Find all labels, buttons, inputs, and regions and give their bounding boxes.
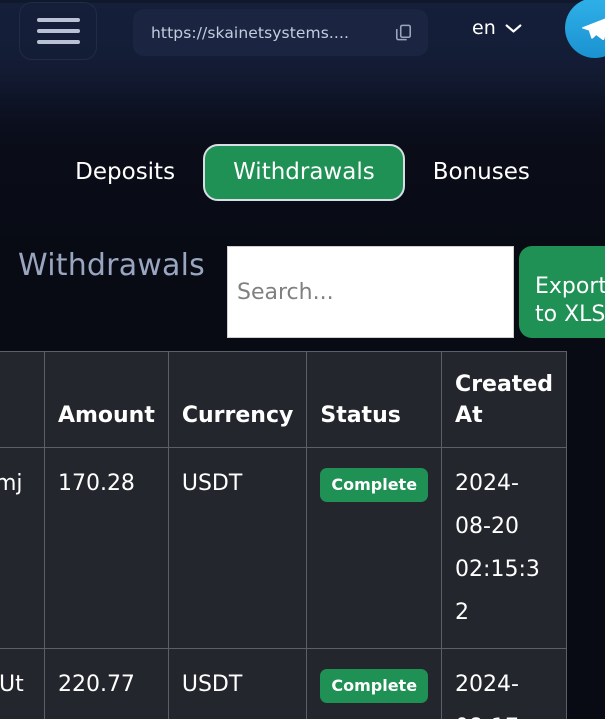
cell-status: Complete (306, 447, 443, 649)
search-placeholder: Search... (237, 279, 334, 305)
status-badge: Complete (320, 468, 429, 502)
hamburger-bar (36, 29, 80, 33)
copy-icon[interactable] (394, 22, 413, 43)
cell-id: JHUt (0, 648, 45, 719)
column-header-currency[interactable]: Currency (167, 351, 308, 448)
section-tabs: Deposits Withdrawals Bonuses (0, 143, 605, 201)
url-text: https://skainetsystems.... (151, 23, 349, 42)
tab-deposits[interactable]: Deposits (55, 143, 195, 201)
table-header-row: Id Amount Currency Status Created At (0, 351, 567, 448)
cell-currency: USDT (167, 648, 308, 719)
chevron-down-icon (505, 23, 522, 33)
cell-id: Mmj (0, 447, 45, 649)
language-label: en (472, 17, 496, 39)
hamburger-bar (36, 18, 80, 22)
table-scroll-container[interactable]: Id Amount Currency Status Created At Mmj… (0, 351, 605, 719)
telegram-icon (581, 18, 605, 40)
export-to-xlsx-button[interactable]: Export to XLSX (519, 246, 605, 338)
tab-bonuses[interactable]: Bonuses (413, 143, 550, 201)
telegram-button[interactable] (565, 0, 605, 58)
table-body: Mmj 170.28 USDT Complete 2024-08-20 02:1… (0, 447, 567, 719)
status-badge: Complete (320, 669, 429, 703)
tab-withdrawals[interactable]: Withdrawals (203, 143, 405, 201)
page-title: Withdrawals (18, 248, 205, 283)
hamburger-bar (36, 40, 80, 44)
column-header-id[interactable]: Id (0, 351, 45, 448)
hamburger-menu-button[interactable] (19, 2, 97, 60)
top-bar: https://skainetsystems.... en (0, 0, 605, 64)
cell-amount: 220.77 (43, 648, 169, 719)
app-root: https://skainetsystems.... en Deposits W… (0, 0, 605, 719)
table-row[interactable]: JHUt 220.77 USDT Complete 2024-08-17 01:… (0, 648, 567, 719)
cell-amount: 170.28 (43, 447, 169, 649)
cell-currency: USDT (167, 447, 308, 649)
status-strip (0, 0, 605, 3)
url-field[interactable]: https://skainetsystems.... (133, 9, 428, 56)
cell-created-at: 2024-08-20 02:15:32 (441, 447, 567, 649)
table-row[interactable]: Mmj 170.28 USDT Complete 2024-08-20 02:1… (0, 447, 567, 649)
table-head: Id Amount Currency Status Created At (0, 351, 567, 448)
cell-created-at: 2024-08-17 01:33:18 (441, 648, 567, 719)
cell-status: Complete (306, 648, 443, 719)
withdrawals-table: Id Amount Currency Status Created At Mmj… (0, 351, 567, 719)
search-input[interactable]: Search... (227, 246, 514, 338)
language-selector[interactable]: en (472, 17, 522, 39)
column-header-created-at[interactable]: Created At (441, 351, 567, 448)
column-header-status[interactable]: Status (306, 351, 443, 448)
column-header-amount[interactable]: Amount (43, 351, 169, 448)
